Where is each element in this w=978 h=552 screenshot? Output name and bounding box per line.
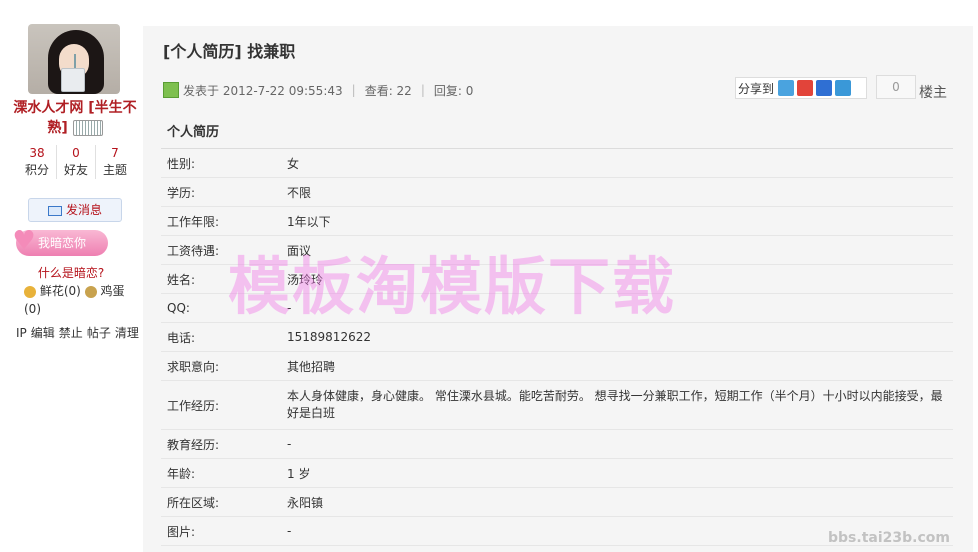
edit-link[interactable]: 编辑 [31, 326, 55, 340]
table-row: 年龄: 1 岁 [161, 459, 953, 488]
post-date: 发表于 2012-7-22 09:55:43 [183, 83, 343, 98]
username[interactable]: 溧水人才网 [半生不熟] [8, 98, 142, 138]
reply-count: 回复: 0 [433, 83, 474, 98]
qzone-icon[interactable] [778, 80, 795, 96]
crush-help-link[interactable]: 什么是暗恋? [0, 264, 142, 281]
table-row: 求职意向: 其他招聘 [161, 352, 953, 381]
badge-icon [72, 120, 103, 136]
stat-topics[interactable]: 7 主题 [96, 145, 134, 179]
online-icon [163, 82, 179, 98]
view-count: 查看: 22 [364, 83, 412, 98]
pengyou-icon[interactable] [835, 80, 852, 96]
avatar[interactable] [28, 24, 120, 94]
baidu-icon[interactable] [816, 80, 833, 96]
table-row: 所在区域: 永阳镇 [161, 488, 953, 517]
eggs-link[interactable]: 鸡蛋 [100, 284, 124, 298]
floor-label: 楼主 [919, 85, 947, 101]
weibo-icon[interactable] [797, 80, 814, 96]
admin-actions: IP 编辑 禁止 帖子 清理 [16, 324, 146, 341]
flowers-link[interactable]: 鲜花(0) [40, 284, 81, 298]
table-row: 工作年限: 1年以下 [161, 207, 953, 236]
heart-icon: ♥ [12, 226, 36, 256]
user-sidebar: 溧水人才网 [半生不熟] 38 积分 0 好友 7 主题 发消息 ♥ 我暗恋你 什么是暗… [0, 0, 142, 552]
stat-points[interactable]: 38 积分 [18, 145, 57, 179]
watermark: 模板淘模版下载 [228, 250, 677, 323]
table-row: 电话: 15189812622 [161, 323, 953, 352]
crush-button[interactable]: ♥ 我暗恋你 [12, 228, 108, 256]
table-row: 学历: 不限 [161, 178, 953, 207]
resume-heading: 个人简历 [161, 118, 953, 149]
table-row: 性别: 女 [161, 149, 953, 178]
ban-link[interactable]: 禁止 [59, 326, 83, 340]
eggs-count: (0) [24, 302, 41, 316]
ip-link[interactable]: IP [16, 326, 27, 340]
send-message-button[interactable]: 发消息 [28, 198, 122, 222]
flower-icon[interactable] [24, 285, 36, 298]
table-row: 工作经历: 本人身体健康，身心健康。 常住溧水县城。能吃苦耐劳。 想寻找一分兼职工… [161, 381, 953, 430]
gifts: 鲜花(0) 鸡蛋 (0) [24, 282, 136, 318]
corner-watermark: bbs.tai23b.com [828, 530, 950, 546]
thread-title: [个人简历] 找兼职 [163, 42, 296, 61]
post-meta: 发表于 2012-7-22 09:55:43 | 查看: 22 | 回复: 0 [163, 82, 473, 98]
table-row: 教育经历: - [161, 430, 953, 459]
posts-link[interactable]: 帖子 [87, 326, 111, 340]
egg-icon[interactable] [84, 285, 97, 298]
stat-friends[interactable]: 0 好友 [57, 145, 96, 179]
envelope-icon [47, 205, 62, 216]
clean-link[interactable]: 清理 [115, 326, 139, 340]
share-label: 分享到 [738, 81, 775, 96]
share-bar: 分享到 [735, 77, 867, 99]
user-stats: 38 积分 0 好友 7 主题 [18, 145, 134, 179]
resume-table: 个人简历 性别: 女 学历: 不限 工作年限: 1年以下 工资待遇: 面议 姓名: 汤玲玲… [161, 118, 953, 546]
share-count: 0 [876, 75, 916, 99]
